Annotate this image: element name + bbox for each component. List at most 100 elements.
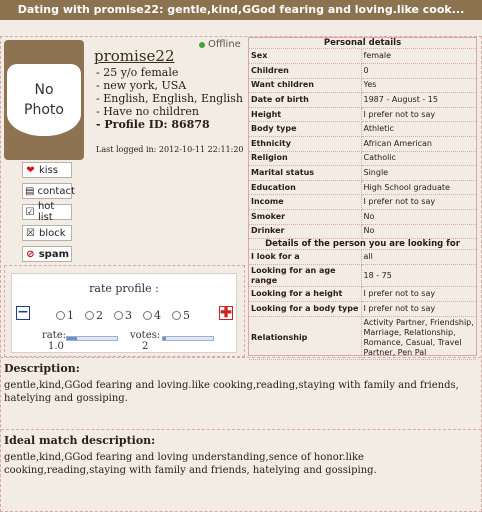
rating-option-5[interactable]: 5 [172, 309, 190, 322]
looking-for-heading: Details of the person you are looking fo… [249, 239, 476, 251]
rating-option-label: 5 [183, 309, 190, 322]
fact-age: - 25 y/o female [96, 66, 179, 79]
rate-title: rate profile : [89, 282, 159, 295]
rate-down-button[interactable]: − [16, 305, 30, 320]
detail-row: Looking for a body type I prefer not to s… [249, 301, 476, 317]
profile-facts: - 25 y/o female - new york, USA - Englis… [96, 66, 243, 131]
description-divider [1, 357, 481, 358]
contact-label: contact [37, 185, 75, 197]
detail-key: Education [249, 180, 362, 196]
detail-value: I prefer not to say [361, 194, 476, 211]
detail-value: Yes [361, 78, 476, 94]
detail-key: Looking for an age range [249, 264, 362, 288]
spam-label: spam [38, 248, 69, 260]
detail-key: I look for a [249, 250, 362, 266]
rating-option-4[interactable]: 4 [143, 309, 161, 322]
photo-text-photo: Photo [24, 102, 64, 118]
detail-row: Date of birth 1987 - August - 15 [249, 92, 476, 108]
fact-location: - new york, USA [96, 79, 187, 92]
chat-icon: ▤ [25, 185, 35, 197]
rating-option-label: 1 [67, 309, 74, 322]
votes-label: votes: [130, 330, 161, 341]
no-photo-placeholder: No Photo [7, 64, 81, 136]
profile-photo[interactable]: No Photo [4, 40, 84, 160]
detail-value: Athletic [361, 121, 476, 138]
page-title: Dating with promise22: gentle,kind,GGod … [0, 0, 482, 20]
rating-option-label: 4 [154, 309, 161, 322]
rate-bar [66, 336, 118, 341]
rating-option-label: 2 [96, 309, 103, 322]
rate-panel: rate profile : − 1 2 3 4 5 ✚ rate: 1.0 v… [4, 265, 245, 357]
detail-value: 1987 - August - 15 [361, 92, 476, 108]
detail-key: Want children [249, 78, 362, 94]
detail-row: Drinker No [249, 224, 476, 240]
detail-row: Sex female [249, 49, 476, 65]
rating-option-3[interactable]: 3 [114, 309, 132, 322]
votes-value: 2 [142, 341, 149, 352]
rate-bar-fill [67, 337, 77, 340]
detail-key: Ethnicity [249, 136, 362, 152]
detail-row: Relationship Activity Partner, Friendship… [249, 316, 476, 360]
detail-value: I prefer not to say [361, 301, 476, 317]
votes-bar [162, 336, 214, 341]
block-label: block [39, 227, 66, 239]
radio-icon [172, 311, 181, 320]
detail-row: Looking for an age range 18 - 75 [249, 264, 476, 288]
contact-button[interactable]: ▤ contact [22, 183, 75, 199]
checkbox-icon: ☑ [25, 206, 35, 218]
block-button[interactable]: ☒ block [22, 225, 72, 241]
detail-value: No [361, 209, 476, 225]
detail-row: Income I prefer not to say [249, 194, 476, 211]
detail-value: all [361, 250, 476, 266]
detail-value: I prefer not to say [361, 107, 476, 123]
details-panel: Personal details Sex female Children 0 Want … [248, 37, 477, 360]
votes-bar-fill [163, 337, 166, 340]
rating-option-1[interactable]: 1 [56, 309, 74, 322]
detail-value: High School graduate [361, 180, 476, 196]
description-heading: Description: [4, 362, 80, 375]
detail-row: Religion Catholic [249, 151, 476, 167]
radio-icon [56, 311, 65, 320]
personal-details-heading: Personal details [249, 38, 476, 49]
photo-text-no: No [34, 82, 54, 98]
online-status: Offline [199, 39, 241, 50]
detail-key: Income [249, 194, 362, 211]
spam-button[interactable]: ⊘ spam [22, 246, 72, 262]
detail-value: African American [361, 136, 476, 152]
detail-row: Ethnicity African American [249, 136, 476, 152]
detail-row: Want children Yes [249, 78, 476, 94]
ideal-match-heading: Ideal match description: [4, 434, 156, 447]
cross-box-icon: ☒ [26, 227, 35, 239]
hot-list-label: hot list [37, 201, 55, 223]
rate-value: 1.0 [48, 341, 64, 352]
detail-value: Single [361, 165, 476, 181]
detail-value: No [361, 224, 476, 240]
detail-key: Date of birth [249, 92, 362, 108]
detail-row: Body type Athletic [249, 121, 476, 138]
hot-list-button[interactable]: ☑ hot list [22, 201, 72, 223]
fact-languages: - English, English, English [96, 92, 243, 105]
rate-label: rate: [42, 330, 67, 341]
radio-icon [114, 311, 123, 320]
personal-details-table: Sex female Children 0 Want children Yes Date o… [249, 49, 476, 240]
profile-name[interactable]: promise22 [94, 47, 175, 65]
no-sign-icon: ⊘ [26, 248, 35, 260]
kiss-label: kiss [39, 164, 58, 176]
detail-row: Height I prefer not to say [249, 107, 476, 123]
status-dot-icon [199, 41, 205, 48]
rate-profile-widget: rate profile : − 1 2 3 4 5 ✚ rate: 1.0 v… [11, 273, 237, 353]
detail-key: Smoker [249, 209, 362, 225]
detail-key: Body type [249, 121, 362, 138]
detail-key: Children [249, 63, 362, 79]
detail-key: Height [249, 107, 362, 123]
detail-value: Catholic [361, 151, 476, 167]
kiss-button[interactable]: ❤ kiss [22, 162, 72, 178]
rating-option-2[interactable]: 2 [85, 309, 103, 322]
detail-row: Children 0 [249, 63, 476, 79]
detail-value: 0 [361, 63, 476, 79]
radio-icon [85, 311, 94, 320]
profile-actions: ❤ kiss ▤ contact ☑ hot list ☒ block ⊘ sp… [22, 162, 75, 267]
detail-row: I look for a all [249, 250, 476, 266]
rate-up-button[interactable]: ✚ [219, 306, 233, 320]
last-logged-in: Last logged in: 2012-10-11 22:11:20 [96, 145, 244, 154]
